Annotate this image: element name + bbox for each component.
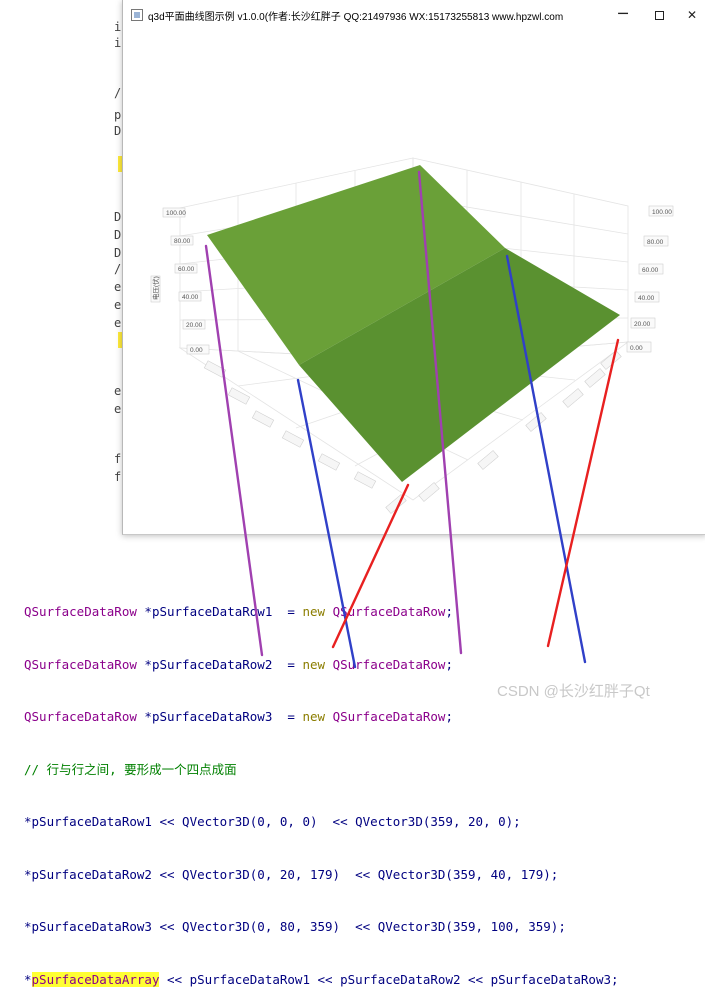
axis-tick-label: 20.00 xyxy=(634,321,651,328)
editor-fragment: / xyxy=(114,86,122,100)
editor-fragment: e xyxy=(114,316,122,330)
editor-fragment: f xyxy=(114,470,122,484)
axis-tick-label: 20.00 xyxy=(186,322,203,329)
editor-fragment: e xyxy=(114,402,122,416)
editor-fragment: e xyxy=(114,298,122,312)
code-comment: // 行与行之间, 要形成一个四点成面 xyxy=(24,761,237,777)
code-line: *pSurfaceDataRow1 << QVector3D(0, 0, 0) … xyxy=(24,814,521,829)
axis-tick-label: 100.00 xyxy=(166,210,186,217)
axis-tick-label: 80.00 xyxy=(174,238,191,245)
title-bar[interactable]: q3d平面曲线图示例 v1.0.0(作者:长沙红胖子 QQ:21497936 W… xyxy=(123,0,705,30)
code-snippet: QSurfaceDataRow *pSurfaceDataRow1 = new … xyxy=(24,568,619,1006)
axis-tick-label: 60.00 xyxy=(178,266,195,273)
axis-tick-label: 40.00 xyxy=(182,294,199,301)
axis-tick-label: 0.00 xyxy=(630,345,643,352)
code-line: *pSurfaceDataRow2 << QVector3D(0, 20, 17… xyxy=(24,866,559,882)
close-button[interactable]: ✕ xyxy=(675,3,705,27)
window-title: q3d平面曲线图示例 v1.0.0(作者:长沙红胖子 QQ:21497936 W… xyxy=(148,12,564,23)
editor-fragment: / xyxy=(114,262,122,276)
watermark: CSDN @长沙红胖子Qt xyxy=(497,683,650,700)
maximize-icon xyxy=(654,10,664,20)
editor-fragment: i xyxy=(114,36,122,50)
axis-tick-label: 80.00 xyxy=(647,239,664,246)
editor-fragment: e xyxy=(114,384,122,398)
editor-fragment: i xyxy=(114,20,122,34)
editor-fragment: D xyxy=(114,210,122,224)
background-editor: i i / p D D D D / e e e e e f f xyxy=(0,0,126,530)
axis-tick-label: 0.00 xyxy=(190,347,203,354)
axis-tick-label: 100.00 xyxy=(652,209,672,216)
code-line: QSurfaceDataRow *pSurfaceDataRow1 = new … xyxy=(24,604,453,619)
editor-fragment: D xyxy=(114,124,122,138)
editor-fragment: D xyxy=(114,228,122,242)
app-icon xyxy=(131,9,143,21)
code-line: *pSurfaceDataRow3 << QVector3D(0, 80, 35… xyxy=(24,919,566,934)
axis-title: 电压(伏) xyxy=(151,276,160,300)
maximize-button[interactable] xyxy=(642,3,676,27)
editor-fragment: e xyxy=(114,280,122,294)
surface-graph[interactable]: 100.00 80.00 60.00 40.00 20.00 0.00 电压(伏… xyxy=(123,30,705,533)
axis-tick-label: 60.00 xyxy=(642,267,659,274)
surface-mesh xyxy=(207,165,620,482)
editor-fragment: D xyxy=(114,246,122,260)
editor-fragment: p xyxy=(114,108,122,122)
code-line: *pSurfaceDataArray << pSurfaceDataRow1 <… xyxy=(24,971,619,987)
code-line: QSurfaceDataRow *pSurfaceDataRow2 = new … xyxy=(24,656,453,672)
axis-tick-label: 40.00 xyxy=(638,295,655,302)
app-window: q3d平面曲线图示例 v1.0.0(作者:长沙红胖子 QQ:21497936 W… xyxy=(122,0,705,535)
editor-fragment: f xyxy=(114,452,122,466)
minimize-button[interactable]: ─ xyxy=(606,1,640,25)
right-axis-labels: 100.00 80.00 60.00 40.00 20.00 0.00 xyxy=(626,205,674,353)
